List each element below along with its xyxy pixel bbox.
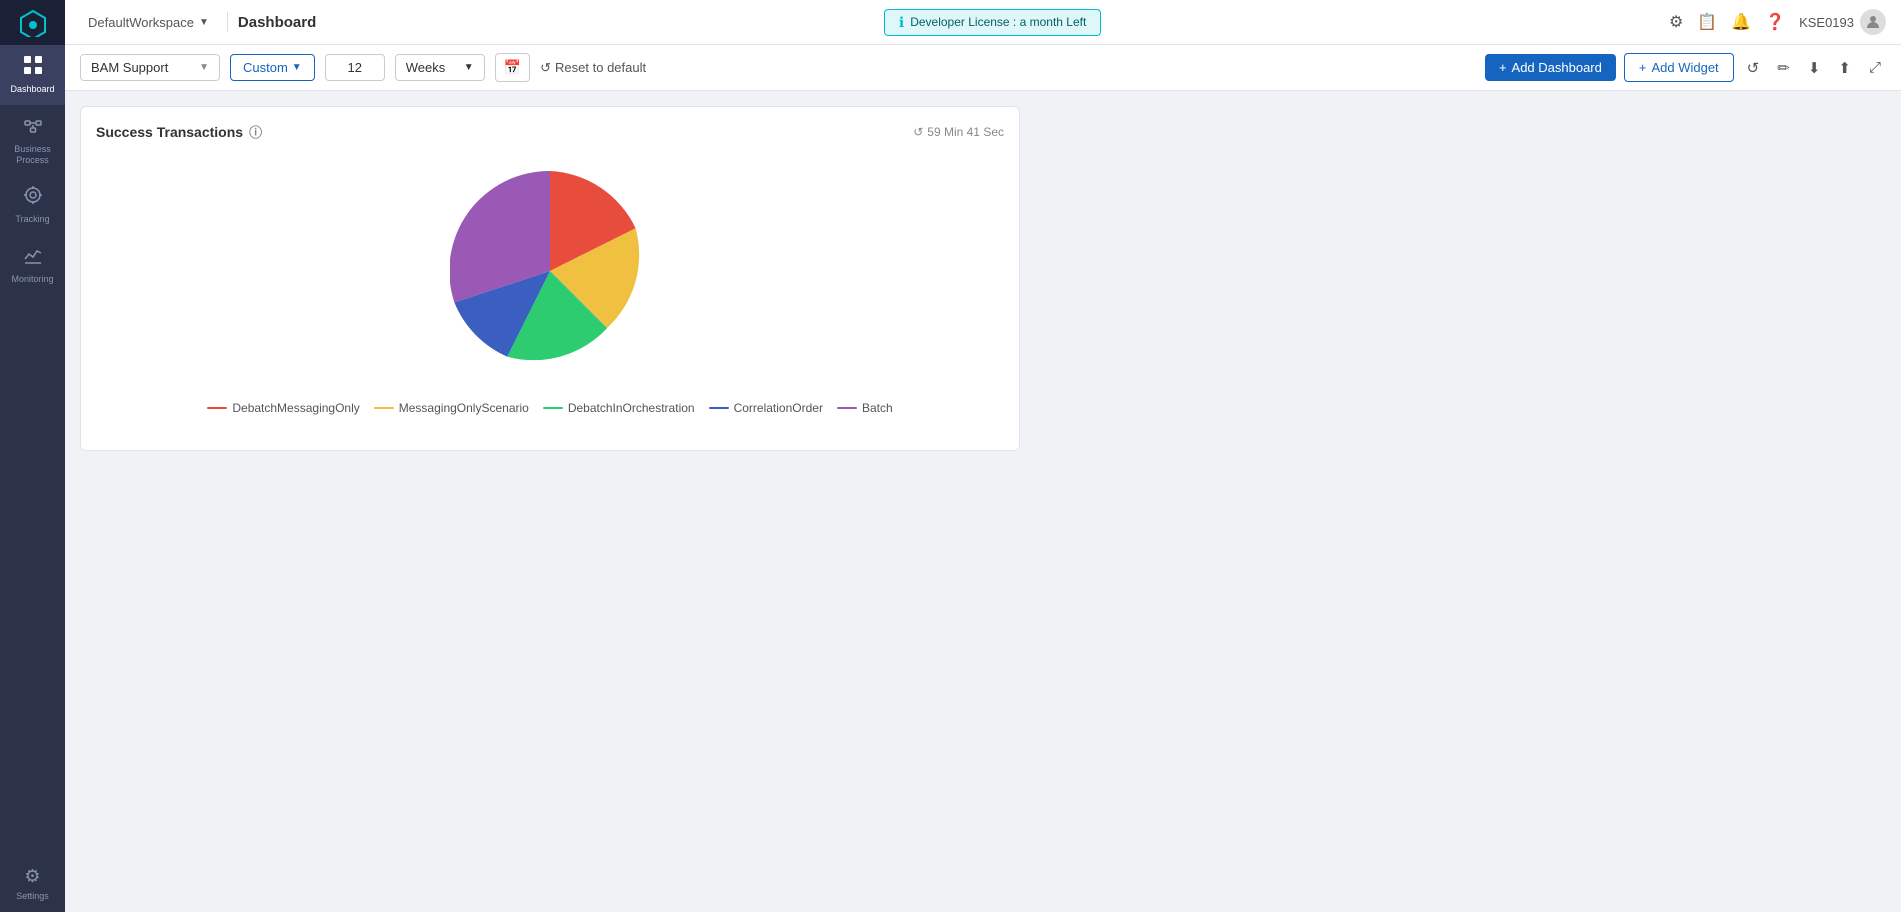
legend-color-messaging-only <box>374 407 394 409</box>
legend-color-batch <box>837 407 857 409</box>
sidebar: Dashboard Business Process Trac <box>0 0 65 912</box>
bam-support-label: BAM Support <box>91 60 168 75</box>
widget-card: Success Transactions ⓘ ↺ 59 Min 41 Sec <box>80 106 1020 451</box>
add-widget-button[interactable]: + Add Widget <box>1624 53 1734 82</box>
workspace-selector[interactable]: DefaultWorkspace ▼ <box>80 11 217 34</box>
monitoring-icon <box>23 245 43 270</box>
timer-text: 59 Min 41 Sec <box>927 125 1004 139</box>
pie-chart <box>450 171 650 371</box>
bam-support-chevron-icon: ▼ <box>199 62 209 73</box>
weeks-dropdown[interactable]: Weeks ▼ <box>395 54 485 81</box>
tracking-icon <box>23 185 43 210</box>
page-title: Dashboard <box>238 14 316 31</box>
custom-button[interactable]: Custom ▼ <box>230 54 315 81</box>
app-logo <box>0 0 65 45</box>
toolbar-right: + Add Dashboard + Add Widget ↺ ✏ ⬇ ⬆ ⤢ <box>1485 53 1886 82</box>
expand-icon[interactable]: ⤢ <box>1864 54 1886 81</box>
legend-label-batch: Batch <box>862 401 893 415</box>
share-icon[interactable]: ⬆ <box>1833 54 1856 82</box>
settings-gear-icon[interactable]: ⚙ <box>1669 12 1683 32</box>
weeks-chevron-icon: ▼ <box>464 62 474 73</box>
add-dashboard-label: Add Dashboard <box>1512 60 1602 75</box>
content-area: Success Transactions ⓘ ↺ 59 Min 41 Sec <box>65 91 1901 912</box>
header-divider <box>227 12 228 32</box>
legend-label-debatch-messaging: DebatchMessagingOnly <box>232 401 359 415</box>
sidebar-item-tracking[interactable]: Tracking <box>0 175 65 235</box>
dashboard-icon <box>23 55 43 80</box>
legend-item-correlation-order: CorrelationOrder <box>709 401 823 415</box>
help-icon[interactable]: ❓ <box>1765 12 1785 32</box>
toolbar: BAM Support ▼ Custom ▼ Weeks ▼ 📅 ↺ Reset… <box>65 45 1901 91</box>
business-process-icon <box>23 115 43 140</box>
widget-title-text: Success Transactions <box>96 124 243 140</box>
top-header: DefaultWorkspace ▼ Dashboard ℹ Developer… <box>65 0 1901 45</box>
sidebar-item-monitoring[interactable]: Monitoring <box>0 235 65 295</box>
reset-icon: ↺ <box>540 60 551 76</box>
weeks-label: Weeks <box>406 60 446 75</box>
add-dashboard-button[interactable]: + Add Dashboard <box>1485 54 1616 81</box>
alerts-icon[interactable]: 🔔 <box>1731 12 1751 32</box>
edit-icon[interactable]: ✏ <box>1772 54 1795 82</box>
legend-label-debatch-orchestration: DebatchInOrchestration <box>568 401 695 415</box>
add-widget-label: Add Widget <box>1651 60 1718 75</box>
legend-item-batch: Batch <box>837 401 893 415</box>
number-input[interactable] <box>325 54 385 81</box>
calendar-button[interactable]: 📅 <box>495 53 530 82</box>
sidebar-bottom: ⚙ Settings <box>0 856 65 912</box>
reset-label: Reset to default <box>555 60 646 75</box>
legend-item-messaging-only: MessagingOnlyScenario <box>374 401 529 415</box>
sidebar-item-settings-label: Settings <box>16 891 49 902</box>
header-right: ⚙ 📋 🔔 ❓ KSE0193 <box>1669 9 1886 35</box>
settings-icon: ⚙ <box>24 866 40 887</box>
user-info[interactable]: KSE0193 <box>1799 9 1886 35</box>
legend-color-correlation-order <box>709 407 729 409</box>
download-icon[interactable]: ⬇ <box>1803 54 1826 82</box>
widget-timer: ↺ 59 Min 41 Sec <box>913 125 1004 139</box>
legend-label-messaging-only: MessagingOnlyScenario <box>399 401 529 415</box>
add-dashboard-icon: + <box>1499 60 1507 75</box>
custom-chevron-icon: ▼ <box>292 62 302 73</box>
sidebar-item-settings[interactable]: ⚙ Settings <box>0 856 65 912</box>
legend-color-debatch-orchestration <box>543 407 563 409</box>
notifications-icon[interactable]: 📋 <box>1697 12 1717 32</box>
sidebar-item-business-process[interactable]: Business Process <box>0 105 65 176</box>
widget-info-icon[interactable]: ⓘ <box>249 122 262 141</box>
legend-label-correlation-order: CorrelationOrder <box>734 401 823 415</box>
license-banner: ℹ Developer License : a month Left <box>884 9 1101 36</box>
sidebar-item-dashboard[interactable]: Dashboard <box>0 45 65 105</box>
workspace-label: DefaultWorkspace <box>88 15 194 30</box>
chart-area: DebatchMessagingOnly MessagingOnlyScenar… <box>96 151 1004 435</box>
timer-refresh-icon: ↺ <box>913 125 923 139</box>
chart-legend: DebatchMessagingOnly MessagingOnlyScenar… <box>207 401 892 415</box>
sidebar-item-monitoring-label: Monitoring <box>11 274 53 285</box>
main-area: DefaultWorkspace ▼ Dashboard ℹ Developer… <box>65 0 1901 912</box>
add-widget-icon: + <box>1639 60 1647 75</box>
user-id: KSE0193 <box>1799 15 1854 30</box>
sidebar-item-dashboard-label: Dashboard <box>10 84 54 95</box>
refresh-icon[interactable]: ↺ <box>1742 54 1765 82</box>
legend-item-debatch-messaging: DebatchMessagingOnly <box>207 401 359 415</box>
sidebar-item-business-process-label: Business Process <box>5 144 60 166</box>
widget-title-container: Success Transactions ⓘ <box>96 122 262 141</box>
sidebar-item-tracking-label: Tracking <box>15 214 49 225</box>
calendar-icon: 📅 <box>504 59 521 75</box>
reset-button[interactable]: ↺ Reset to default <box>540 60 646 76</box>
bam-support-dropdown[interactable]: BAM Support ▼ <box>80 54 220 81</box>
custom-label: Custom <box>243 60 288 75</box>
widget-header: Success Transactions ⓘ ↺ 59 Min 41 Sec <box>96 122 1004 141</box>
license-text: Developer License : a month Left <box>910 15 1086 29</box>
legend-color-debatch-messaging <box>207 407 227 409</box>
workspace-chevron-icon: ▼ <box>199 17 209 28</box>
user-avatar <box>1860 9 1886 35</box>
license-info-icon: ℹ <box>899 14 904 31</box>
header-center: ℹ Developer License : a month Left <box>326 9 1659 36</box>
legend-item-debatch-orchestration: DebatchInOrchestration <box>543 401 695 415</box>
